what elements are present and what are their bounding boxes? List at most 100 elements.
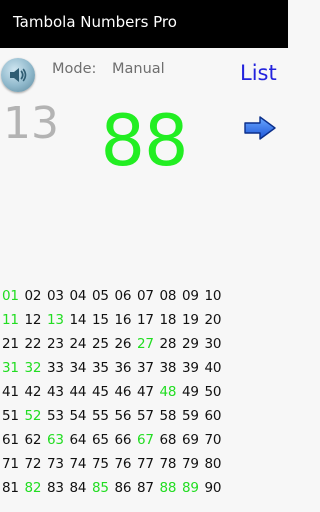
board-row: 51 52 53 54 55 56 57 58 59 60 — [2, 406, 286, 430]
board-number: 18 — [159, 312, 177, 328]
board-number: 17 — [137, 312, 154, 328]
board-number: 61 — [2, 432, 19, 448]
board-number: 27 — [137, 336, 154, 352]
board-number: 36 — [114, 360, 132, 376]
board-number: 72 — [24, 456, 42, 472]
board-number: 16 — [114, 312, 132, 328]
board-number: 62 — [24, 432, 42, 448]
right-arrow-icon[interactable] — [244, 116, 276, 140]
board-number: 13 — [47, 312, 64, 328]
list-button[interactable]: List — [240, 61, 277, 85]
board-number: 10 — [204, 288, 222, 304]
board-number: 54 — [69, 408, 87, 424]
board-number: 76 — [114, 456, 132, 472]
board-number: 38 — [159, 360, 177, 376]
board-number: 45 — [92, 384, 109, 400]
board-number: 33 — [47, 360, 64, 376]
board-number: 70 — [204, 432, 222, 448]
board-number: 84 — [69, 480, 87, 496]
number-board: 01 02 03 04 05 06 07 08 09 10 11 12 13 14 15 16 17 18 19 20… — [2, 286, 286, 502]
board-number: 57 — [137, 408, 154, 424]
board-row: 71 72 73 74 75 76 77 78 79 80 — [2, 454, 286, 478]
board-number: 64 — [69, 432, 87, 448]
board-number: 81 — [2, 480, 19, 496]
board-number: 89 — [182, 480, 199, 496]
board-number: 67 — [137, 432, 154, 448]
board-number: 71 — [2, 456, 19, 472]
board-row: 11 12 13 14 15 16 17 18 19 20 — [2, 310, 286, 334]
board-number: 82 — [24, 480, 42, 496]
board-number: 68 — [159, 432, 177, 448]
speaker-icon — [10, 68, 27, 82]
board-number: 78 — [159, 456, 177, 472]
board-number: 01 — [2, 288, 19, 304]
board-number: 88 — [159, 480, 177, 496]
board-number: 79 — [182, 456, 199, 472]
board-row: 61 62 63 64 65 66 67 68 69 70 — [2, 430, 286, 454]
board-number: 29 — [182, 336, 199, 352]
board-number: 51 — [2, 408, 19, 424]
board-number: 52 — [24, 408, 42, 424]
board-number: 03 — [47, 288, 64, 304]
board-number: 11 — [2, 312, 19, 328]
board-row: 01 02 03 04 05 06 07 08 09 10 — [2, 286, 286, 310]
board-number: 30 — [204, 336, 222, 352]
board-number: 04 — [69, 288, 87, 304]
board-number: 23 — [47, 336, 64, 352]
board-number: 83 — [47, 480, 64, 496]
board-number: 42 — [24, 384, 42, 400]
board-number: 90 — [204, 480, 222, 496]
board-number: 53 — [47, 408, 64, 424]
board-number: 02 — [24, 288, 42, 304]
board-number: 26 — [114, 336, 132, 352]
board-number: 44 — [69, 384, 87, 400]
board-number: 80 — [204, 456, 222, 472]
mode-value[interactable]: Manual — [112, 61, 165, 77]
sound-toggle-button[interactable] — [1, 58, 35, 92]
board-number: 19 — [182, 312, 199, 328]
board-number: 24 — [69, 336, 87, 352]
board-number: 21 — [2, 336, 19, 352]
board-row: 41 42 43 44 45 46 47 48 49 50 — [2, 382, 286, 406]
board-number: 28 — [159, 336, 177, 352]
board-number: 15 — [92, 312, 109, 328]
board-number: 20 — [204, 312, 222, 328]
board-number: 35 — [92, 360, 109, 376]
board-number: 05 — [92, 288, 109, 304]
board-number: 22 — [24, 336, 42, 352]
board-number: 39 — [182, 360, 199, 376]
board-number: 85 — [92, 480, 109, 496]
board-number: 14 — [69, 312, 87, 328]
board-row: 21 22 23 24 25 26 27 28 29 30 — [2, 334, 286, 358]
mode-label: Mode: — [52, 61, 97, 77]
board-row: 81 82 83 84 85 86 87 88 89 90 — [2, 478, 286, 502]
board-number: 48 — [159, 384, 177, 400]
board-number: 06 — [114, 288, 132, 304]
board-number: 08 — [159, 288, 177, 304]
board-number: 66 — [114, 432, 132, 448]
board-number: 25 — [92, 336, 109, 352]
board-number: 49 — [182, 384, 199, 400]
board-number: 75 — [92, 456, 109, 472]
board-number: 73 — [47, 456, 64, 472]
board-number: 69 — [182, 432, 199, 448]
board-number: 46 — [114, 384, 132, 400]
board-number: 74 — [69, 456, 87, 472]
board-number: 77 — [137, 456, 154, 472]
board-number: 41 — [2, 384, 19, 400]
board-number: 07 — [137, 288, 154, 304]
board-number: 60 — [204, 408, 222, 424]
current-number: 88 — [100, 100, 188, 182]
board-number: 63 — [47, 432, 64, 448]
board-number: 32 — [24, 360, 42, 376]
app-bar: Tambola Numbers Pro — [0, 0, 288, 48]
app-title: Tambola Numbers Pro — [13, 13, 177, 31]
board-number: 12 — [24, 312, 42, 328]
board-number: 34 — [69, 360, 87, 376]
board-row: 31 32 33 34 35 36 37 38 39 40 — [2, 358, 286, 382]
board-number: 58 — [159, 408, 177, 424]
board-number: 40 — [204, 360, 222, 376]
board-number: 55 — [92, 408, 109, 424]
board-number: 65 — [92, 432, 109, 448]
board-number: 09 — [182, 288, 199, 304]
